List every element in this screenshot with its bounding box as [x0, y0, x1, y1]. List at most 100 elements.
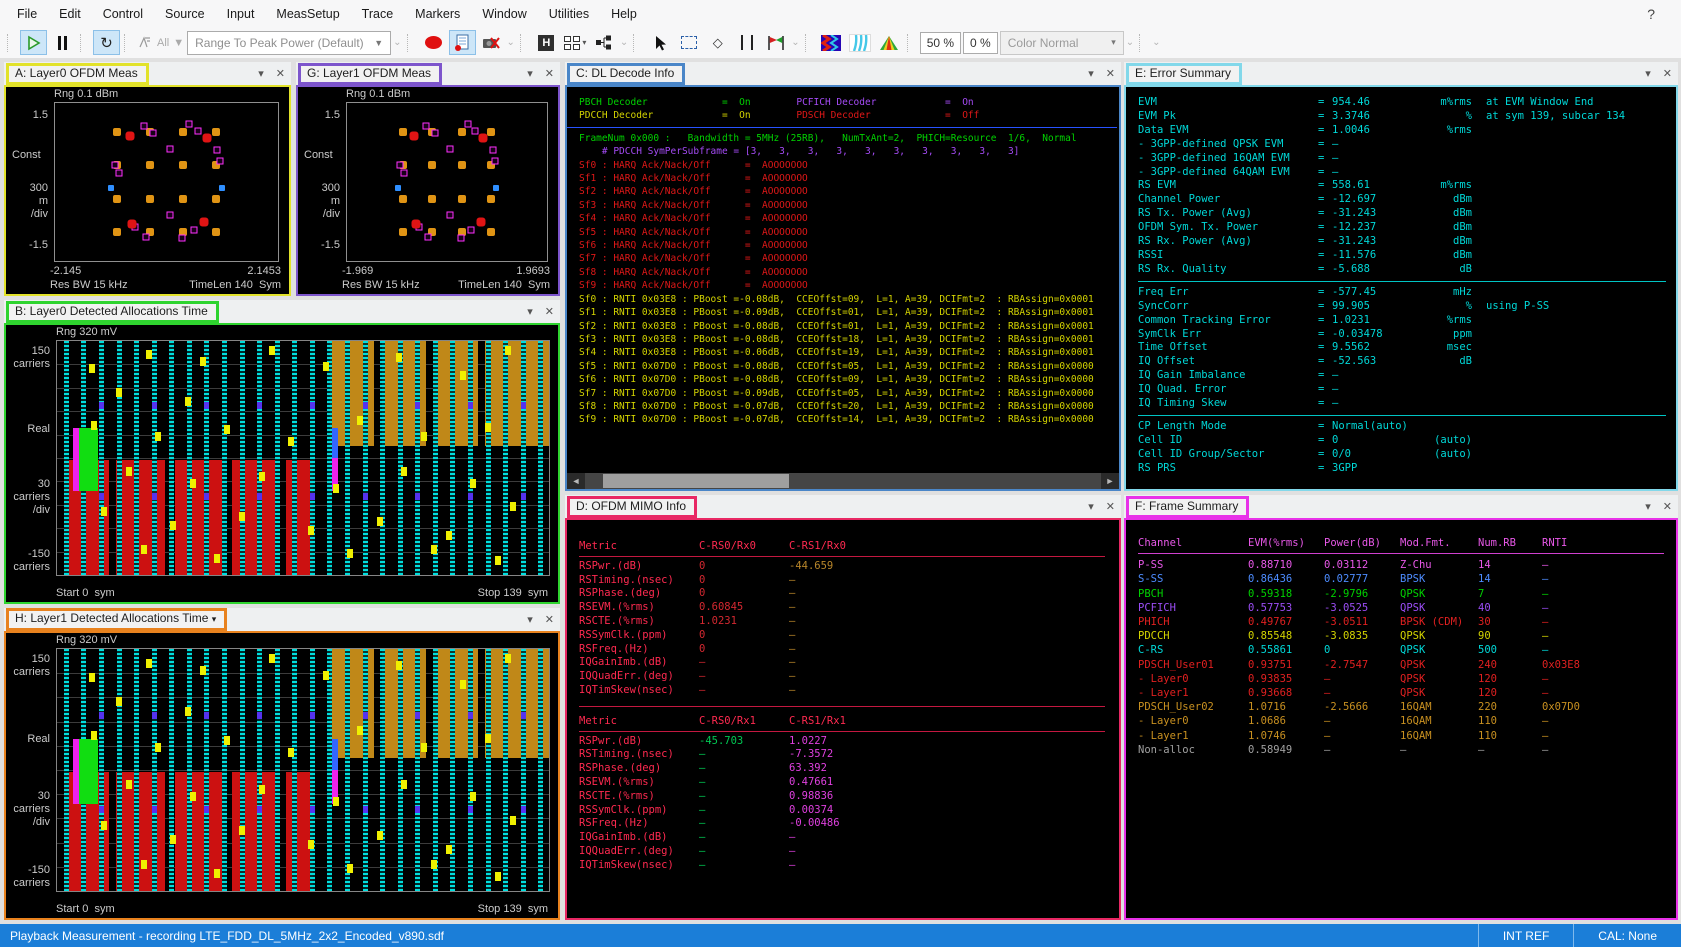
chevron-down-icon[interactable]: ▾ [212, 614, 217, 624]
cumulative-history-button[interactable] [876, 30, 903, 55]
window-close-icon[interactable]: ✕ [545, 613, 554, 626]
zoom-select-tool-button[interactable] [675, 30, 702, 55]
window-header[interactable]: C: DL Decode Info ▾✕ [565, 62, 1121, 85]
window-header[interactable]: F: Frame Summary ▾✕ [1124, 495, 1678, 518]
menu-window[interactable]: Window [471, 2, 537, 26]
pdcch-mark [91, 421, 97, 430]
mimo-header-underline [579, 731, 1105, 732]
marker-tool-button[interactable]: ◇ [704, 30, 731, 55]
menu-utilities[interactable]: Utilities [538, 2, 600, 26]
pdcch-mark [170, 521, 176, 530]
pointer-tool-button[interactable] [646, 30, 673, 55]
horizontal-scrollbar[interactable]: ◄ ► [567, 473, 1119, 489]
window-close-icon[interactable]: ✕ [276, 67, 285, 80]
scrollbar-track[interactable] [585, 473, 1101, 489]
window-header[interactable]: E: Error Summary ▾✕ [1124, 62, 1678, 85]
window-menu-icon[interactable]: ▾ [258, 67, 264, 80]
menu-file[interactable]: File [6, 2, 48, 26]
menu-meassetup[interactable]: MeasSetup [265, 2, 350, 26]
window-menu-icon[interactable]: ▾ [1088, 500, 1094, 513]
range-mode-select[interactable]: Range To Peak Power (Default) ▼ [187, 31, 391, 55]
constellation-plot[interactable] [346, 102, 548, 262]
constellation-point-qpsk [425, 233, 432, 240]
window-menu-icon[interactable]: ▾ [527, 305, 533, 318]
toolbar-overflow[interactable]: ⌄ [393, 37, 402, 48]
window-menu-icon[interactable]: ▾ [1088, 67, 1094, 80]
crs-pilot-stripe [415, 649, 420, 891]
window-close-icon[interactable]: ✕ [1663, 67, 1672, 80]
window-close-icon[interactable]: ✕ [1106, 500, 1115, 513]
band-power-markers-button[interactable] [733, 30, 760, 55]
measurement-setup-button[interactable] [591, 30, 618, 55]
status-calibration[interactable]: CAL: None [1574, 929, 1681, 943]
scrollbar-thumb[interactable] [603, 474, 789, 488]
constellation-point-pss [219, 185, 225, 191]
sync-signal-bar [332, 739, 338, 770]
pdcch-mark [333, 797, 339, 806]
window-close-icon[interactable]: ✕ [545, 305, 554, 318]
crs-pilot-stripe [345, 341, 350, 575]
persistence-percent-field[interactable]: 50 % [920, 32, 961, 54]
window-header[interactable]: H: Layer1 Detected Allocations Time ▾ ▾✕ [4, 608, 560, 631]
window-header[interactable]: D: OFDM MIMO Info ▾✕ [565, 495, 1121, 518]
window-header[interactable]: G: Layer1 OFDM Meas ▾✕ [296, 62, 560, 85]
constellation-display[interactable]: Rng 0.1 dBm 1.5 Const 300 m /div -1.5 -2… [4, 85, 291, 296]
allocations-display[interactable]: Rng 320 mV 150 carriers Real 30 carriers… [4, 323, 560, 604]
window-menu-icon[interactable]: ▾ [1645, 67, 1651, 80]
menu-edit[interactable]: Edit [48, 2, 92, 26]
error-row: - 3GPP-defined 64QAM EVM=— [1138, 166, 1676, 180]
menu-trace[interactable]: Trace [351, 2, 405, 26]
pdcch-mark [485, 734, 491, 743]
constellation-plot[interactable] [54, 102, 279, 262]
toolbar-overflow[interactable]: ⌄ [1152, 37, 1161, 48]
window-header[interactable]: A: Layer0 OFDM Meas ▾✕ [4, 62, 291, 85]
constellation-display[interactable]: Rng 0.1 dBm 1.5 Const 300 m /div -1.5 -1… [296, 85, 560, 296]
toolbar-overflow[interactable]: ⌄ [620, 37, 629, 48]
status-reference[interactable]: INT REF [1479, 929, 1573, 943]
axis-label: Real [6, 733, 50, 745]
allocations-display[interactable]: Rng 320 mV 150 carriers Real 30 carriers… [4, 631, 560, 920]
threshold-percent-field[interactable]: 0 % [963, 32, 998, 54]
color-mode-select[interactable]: Color Normal ▾ [1000, 31, 1124, 55]
decode-info-display[interactable]: PBCH Decoder = On PCFICH Decoder = OnPDC… [565, 85, 1121, 491]
spectrogram-button[interactable] [818, 30, 845, 55]
allocations-plot[interactable] [56, 648, 550, 892]
window-close-icon[interactable]: ✕ [545, 67, 554, 80]
frame-summary-display[interactable]: ChannelEVM(%rms)Power(dB)Mod.Fmt.Num.RBR… [1124, 518, 1678, 920]
restart-button[interactable]: ↻ [93, 30, 120, 55]
menu-source[interactable]: Source [154, 2, 216, 26]
scroll-right-arrow[interactable]: ► [1101, 473, 1119, 489]
allocations-plot[interactable] [56, 340, 550, 576]
window-menu-icon[interactable]: ▾ [1645, 500, 1651, 513]
scroll-left-arrow[interactable]: ◄ [567, 473, 585, 489]
offset-markers-button[interactable] [762, 30, 789, 55]
help-icon[interactable]: ? [1647, 6, 1675, 22]
window-close-icon[interactable]: ✕ [1106, 67, 1115, 80]
waterfall-button[interactable] [847, 30, 874, 55]
recording-info-button[interactable] [449, 30, 476, 55]
menu-control[interactable]: Control [92, 2, 154, 26]
menu-help[interactable]: Help [600, 2, 648, 26]
x-max-label: 2.1453 [247, 265, 281, 277]
menu-input[interactable]: Input [216, 2, 266, 26]
toolbar-overflow[interactable]: ⌄ [791, 37, 800, 48]
toolbar-overflow[interactable]: ⌄ [1126, 37, 1135, 48]
mimo-row: RSPwr.(dB)0-44.659 [567, 560, 1119, 574]
record-button[interactable] [420, 30, 447, 55]
pause-button[interactable] [49, 30, 76, 55]
toolbar-overflow[interactable]: ⌄ [507, 37, 516, 48]
autorange-button[interactable]: All ▼ [137, 30, 185, 55]
error-summary-display[interactable]: EVM=954.46m%rmsat EVM Window EndEVM Pk=3… [1124, 85, 1678, 491]
mimo-info-display[interactable]: MetricC-RS0/Rx0C-RS1/Rx0RSPwr.(dB)0-44.6… [565, 518, 1121, 920]
play-button[interactable] [20, 30, 47, 55]
menu-markers[interactable]: Markers [404, 2, 471, 26]
window-layout-button[interactable]: ▾ [562, 30, 589, 55]
window-close-icon[interactable]: ✕ [1663, 500, 1672, 513]
window-header[interactable]: B: Layer0 Detected Allocations Time ▾✕ [4, 300, 560, 323]
hold-layout-button[interactable]: H [533, 30, 560, 55]
crs-pilot-stripe [503, 649, 508, 891]
window-menu-icon[interactable]: ▾ [527, 67, 533, 80]
crs-pilot-stripe [450, 341, 455, 575]
discard-recording-button[interactable] [478, 30, 505, 55]
window-menu-icon[interactable]: ▾ [527, 613, 533, 626]
